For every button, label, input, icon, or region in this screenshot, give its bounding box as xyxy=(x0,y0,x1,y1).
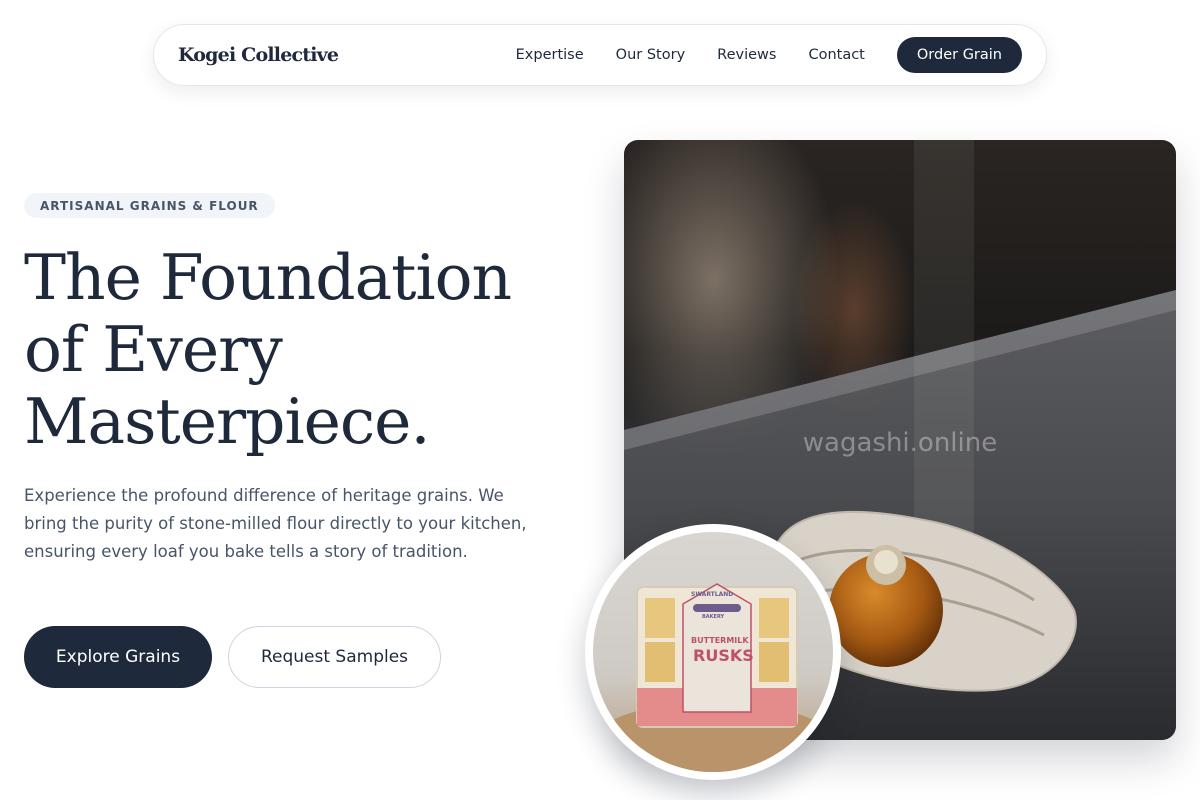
package-product-line-2: RUSKS xyxy=(693,646,754,665)
nav-link-our-story[interactable]: Our Story xyxy=(616,47,685,63)
rusks-package-photo: SWARTLAND BAKERY BUTTERMILK RUSKS xyxy=(593,532,833,772)
top-nav: Kogei Collective Expertise Our Story Rev… xyxy=(153,24,1047,86)
headline-line-1: The Foundation xyxy=(24,241,512,314)
nav-link-expertise[interactable]: Expertise xyxy=(516,47,584,63)
explore-grains-button[interactable]: Explore Grains xyxy=(24,626,212,688)
request-samples-button[interactable]: Request Samples xyxy=(228,626,441,688)
package-brand: SWARTLAND xyxy=(691,591,734,598)
category-badge: ARTISANAL GRAINS & FLOUR xyxy=(24,193,275,218)
package-brand-sub: BAKERY xyxy=(702,614,725,620)
hero-description: Experience the profound difference of he… xyxy=(24,486,527,561)
package-product-line-1: BUTTERMILK xyxy=(691,636,749,645)
brand-logo[interactable]: Kogei Collective xyxy=(178,44,339,66)
nav-links: Expertise Our Story Reviews Contact xyxy=(516,47,865,63)
nav-link-contact[interactable]: Contact xyxy=(808,47,864,63)
headline-line-3: Masterpiece. xyxy=(24,385,430,458)
landing-page: Kogei Collective Expertise Our Story Rev… xyxy=(0,0,1200,800)
product-inset-image: SWARTLAND BAKERY BUTTERMILK RUSKS xyxy=(585,524,841,780)
headline-line-2: of Every xyxy=(24,313,283,386)
nav-link-reviews[interactable]: Reviews xyxy=(717,47,776,63)
hero-headline: The Foundation of Every Masterpiece. xyxy=(24,242,604,458)
order-grain-button[interactable]: Order Grain xyxy=(896,37,1022,73)
